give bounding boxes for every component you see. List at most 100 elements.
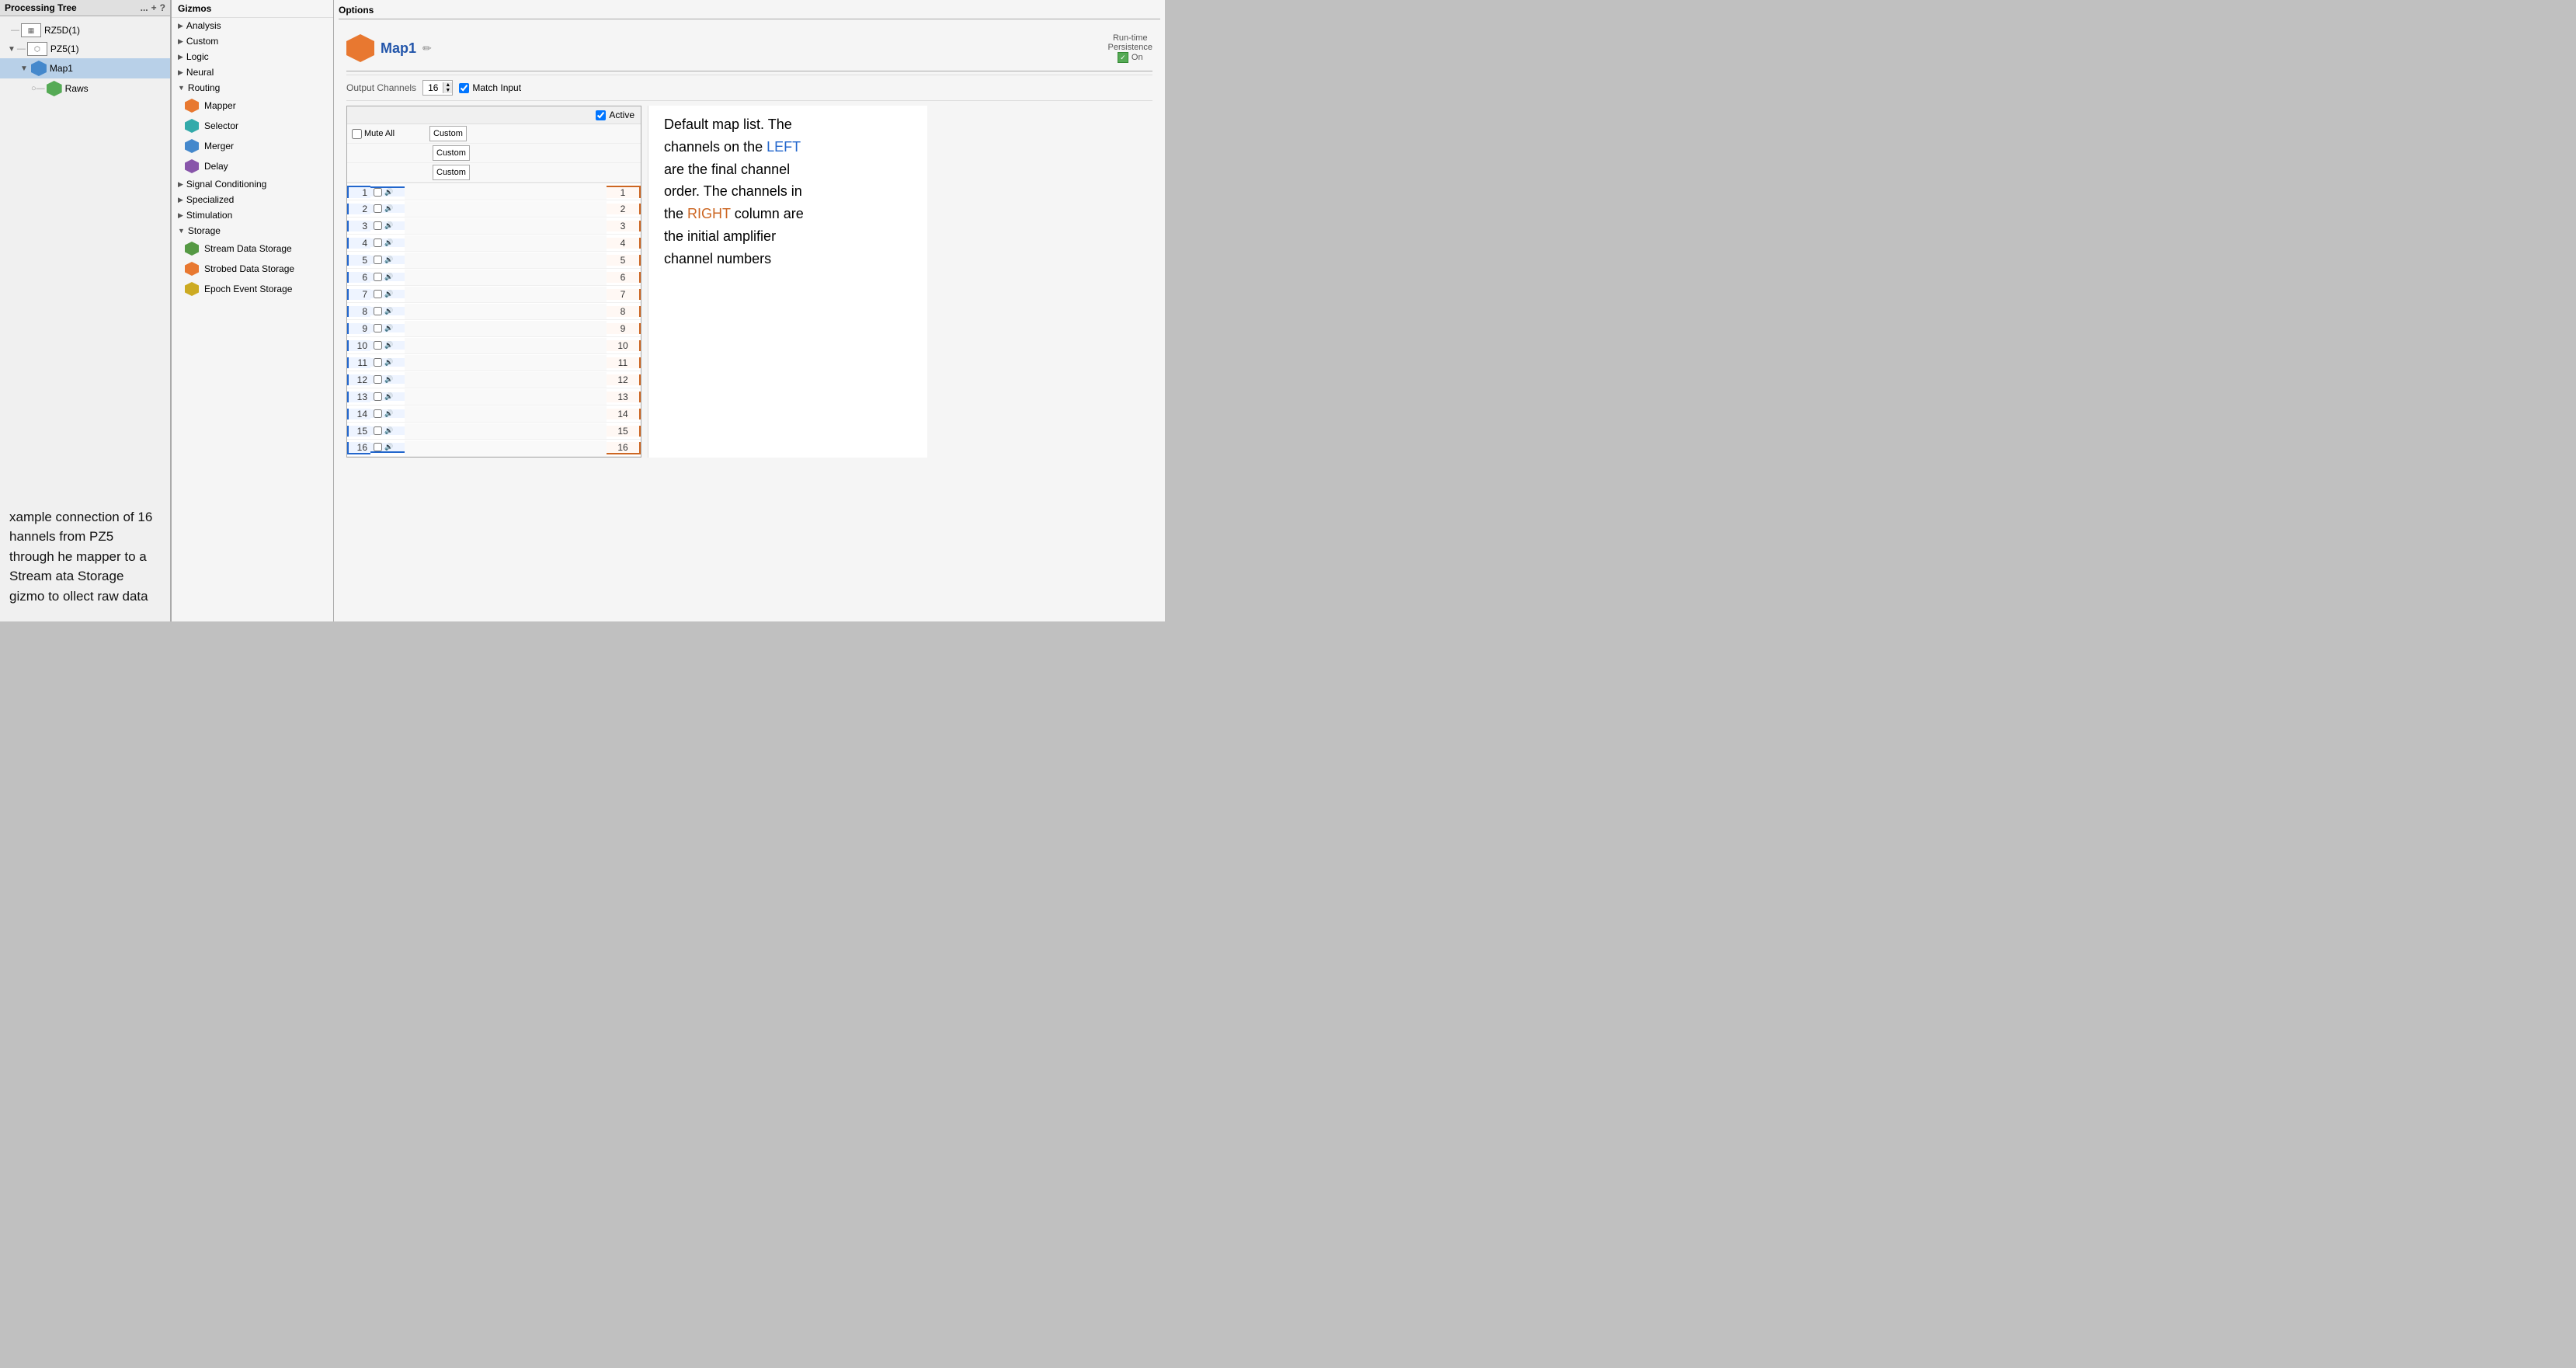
channel-speaker-15[interactable]: 🔊 <box>384 426 393 435</box>
mute-all-check[interactable] <box>352 129 362 139</box>
channel-speaker-12[interactable]: 🔊 <box>384 375 393 384</box>
channel-speaker-9[interactable]: 🔊 <box>384 324 393 332</box>
dropdowns-area: Mute All Custom Custom <box>347 124 641 183</box>
channel-right-num-7: 7 <box>607 289 641 300</box>
output-channels-spinner[interactable]: 16 ▲ ▼ <box>422 80 453 96</box>
gizmo-label-selector: Selector <box>204 120 238 131</box>
gizmo-item-mapper[interactable]: Mapper <box>172 96 333 116</box>
tree-node-pz5[interactable]: ▼ — ⬡ PZ5(1) <box>0 40 170 58</box>
category-routing[interactable]: ▼ Routing <box>172 80 333 96</box>
channel-left-num-16: 16 <box>347 442 370 454</box>
epoch-event-storage-icon <box>184 281 200 297</box>
channel-checkbox-11[interactable] <box>374 358 382 367</box>
more-icon[interactable]: ... <box>141 2 148 13</box>
dropdown-1-wrapper: Custom <box>429 126 636 141</box>
annotation-left-word: LEFT <box>767 139 801 155</box>
category-analysis[interactable]: ▶ Analysis <box>172 18 333 33</box>
tree-node-map1[interactable]: ▼ Map1 <box>0 58 170 78</box>
channel-speaker-10[interactable]: 🔊 <box>384 341 393 350</box>
gizmo-item-merger[interactable]: Merger <box>172 136 333 156</box>
channel-speaker-4[interactable]: 🔊 <box>384 238 393 247</box>
channel-speaker-2[interactable]: 🔊 <box>384 204 393 213</box>
options-top-row: Map1 ✏ Run-timePersistence ✓ On <box>346 29 1152 68</box>
gizmo-item-delay[interactable]: Delay <box>172 156 333 176</box>
channel-speaker-6[interactable]: 🔊 <box>384 273 393 281</box>
gizmo-item-strobed-data-storage[interactable]: Strobed Data Storage <box>172 259 333 279</box>
channel-input-7 <box>405 287 607 302</box>
tree-label-rz5d1: RZ5D(1) <box>44 25 80 36</box>
mute-all-label: Mute All <box>364 129 395 138</box>
runtime-persistence: Run-timePersistence ✓ On <box>1108 33 1152 63</box>
channel-right-num-12: 12 <box>607 374 641 385</box>
gizmo-item-selector[interactable]: Selector <box>172 116 333 136</box>
category-neural[interactable]: ▶ Neural <box>172 64 333 80</box>
channel-speaker-14[interactable]: 🔊 <box>384 409 393 418</box>
active-check[interactable] <box>596 110 606 120</box>
channel-row-8: 8🔊8 <box>347 303 641 320</box>
channel-checkbox-7[interactable] <box>374 290 382 298</box>
spinner-down[interactable]: ▼ <box>443 88 452 93</box>
tree-node-rz5d1[interactable]: — ▦ RZ5D(1) <box>0 21 170 40</box>
category-specialized[interactable]: ▶ Specialized <box>172 192 333 207</box>
tree-node-raws[interactable]: ○— Raws <box>0 78 170 99</box>
channel-speaker-1[interactable]: 🔊 <box>384 188 393 197</box>
category-stimulation[interactable]: ▶ Stimulation <box>172 207 333 223</box>
channel-speaker-8[interactable]: 🔊 <box>384 307 393 315</box>
active-checkbox[interactable]: Active <box>596 110 634 120</box>
channel-checkbox-6[interactable] <box>374 273 382 281</box>
channel-speaker-11[interactable]: 🔊 <box>384 358 393 367</box>
channel-speaker-7[interactable]: 🔊 <box>384 290 393 298</box>
category-label-storage: Storage <box>188 225 221 236</box>
dropdown-2[interactable]: Custom <box>433 145 470 161</box>
channel-checkbox-9[interactable] <box>374 324 382 332</box>
match-input-check[interactable] <box>459 83 469 93</box>
help-icon[interactable]: ? <box>160 2 165 13</box>
channel-speaker-16[interactable]: 🔊 <box>384 443 393 451</box>
channel-checkbox-8[interactable] <box>374 307 382 315</box>
channel-left-num-11: 11 <box>347 357 370 368</box>
collapse-arrow-pz5[interactable]: ▼ <box>8 45 16 54</box>
dropdown-3[interactable]: Custom <box>433 165 470 180</box>
channel-left-num-3: 3 <box>347 221 370 231</box>
tree-label-map1: Map1 <box>50 63 73 74</box>
channel-checkbox-2[interactable] <box>374 204 382 213</box>
channel-checkbox-12[interactable] <box>374 375 382 384</box>
category-storage[interactable]: ▼ Storage <box>172 223 333 238</box>
arrow-storage: ▼ <box>178 227 185 235</box>
gizmo-item-stream-data-storage[interactable]: Stream Data Storage <box>172 238 333 259</box>
add-icon[interactable]: + <box>151 2 157 13</box>
channel-right-num-1: 1 <box>607 186 641 198</box>
channel-checkbox-16[interactable] <box>374 443 382 451</box>
channel-checkbox-13[interactable] <box>374 392 382 401</box>
dropdown-1[interactable]: Custom <box>429 126 467 141</box>
channel-left-num-2: 2 <box>347 204 370 214</box>
category-signal-conditioning[interactable]: ▶ Signal Conditioning <box>172 176 333 192</box>
collapse-arrow-map1[interactable]: ▼ <box>20 64 28 73</box>
tree-area: — ▦ RZ5D(1) ▼ — ⬡ PZ5(1) ▼ Map1 <box>0 16 170 492</box>
channel-checkbox-14[interactable] <box>374 409 382 418</box>
edit-icon[interactable]: ✏ <box>422 42 432 55</box>
channel-speaker-13[interactable]: 🔊 <box>384 392 393 401</box>
channel-checkbox-15[interactable] <box>374 426 382 435</box>
mapper-icon <box>184 98 200 113</box>
gizmo-item-epoch-event-storage[interactable]: Epoch Event Storage <box>172 279 333 299</box>
output-channels-row: Output Channels 16 ▲ ▼ Match Input <box>346 75 1152 101</box>
channel-checkbox-3[interactable] <box>374 221 382 230</box>
channel-checkbox-10[interactable] <box>374 341 382 350</box>
channel-checkbox-1[interactable] <box>374 188 382 197</box>
runtime-checkbox[interactable]: ✓ On <box>1118 52 1143 63</box>
channel-input-9 <box>405 321 607 336</box>
spinner-up[interactable]: ▲ <box>443 82 452 88</box>
map-table-header: Active <box>347 106 641 124</box>
gizmo-label-epoch-event-storage: Epoch Event Storage <box>204 284 292 294</box>
arrow-signal: ▶ <box>178 180 183 189</box>
channel-speaker-3[interactable]: 🔊 <box>384 221 393 230</box>
channel-checkbox-5[interactable] <box>374 256 382 264</box>
channel-speaker-5[interactable]: 🔊 <box>384 256 393 264</box>
runtime-on-checkbox[interactable]: ✓ <box>1118 52 1128 63</box>
category-logic[interactable]: ▶ Logic <box>172 49 333 64</box>
category-label-signal: Signal Conditioning <box>186 179 266 190</box>
channel-checkbox-4[interactable] <box>374 238 382 247</box>
match-input-checkbox[interactable]: Match Input <box>459 82 521 93</box>
category-custom[interactable]: ▶ Custom <box>172 33 333 49</box>
